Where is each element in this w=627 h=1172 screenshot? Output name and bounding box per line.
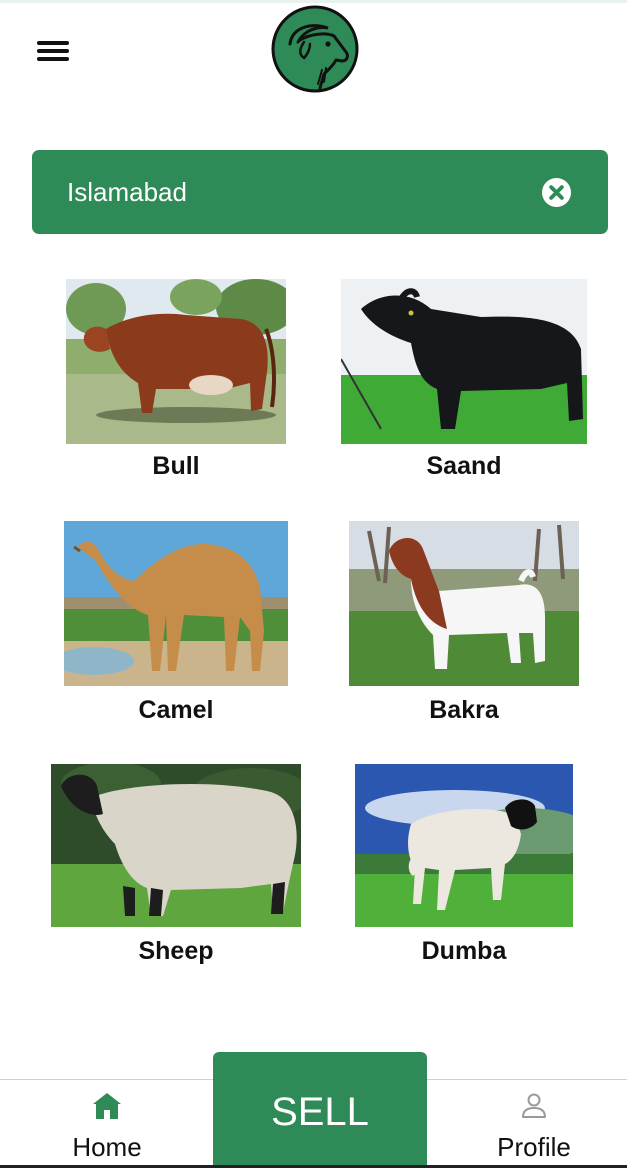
category-label-sheep: Sheep [138, 937, 214, 965]
nav-home-label: Home [72, 1132, 142, 1162]
category-card-saand[interactable]: Saand [341, 279, 587, 489]
category-label-saand: Saand [426, 452, 502, 480]
category-card-dumba[interactable]: Dumba [355, 764, 573, 974]
dumba-image [355, 764, 573, 927]
menu-button[interactable] [33, 36, 73, 66]
hamburger-menu-icon [37, 41, 69, 45]
category-label-bull: Bull [152, 452, 200, 480]
nav-profile[interactable]: Profile [454, 1080, 614, 1169]
nav-home[interactable]: Home [27, 1080, 187, 1169]
goat-head-logo [271, 5, 359, 93]
nav-profile-label: Profile [497, 1132, 571, 1162]
top-accent-line [0, 0, 627, 3]
category-card-bakra[interactable]: Bakra [349, 521, 579, 731]
sell-button[interactable]: SELL [213, 1052, 427, 1168]
close-circle-icon[interactable] [541, 177, 572, 208]
home-icon [93, 1093, 121, 1119]
bull-image [66, 279, 286, 444]
category-label-camel: Camel [138, 696, 214, 724]
category-label-dumba: Dumba [421, 937, 507, 965]
category-card-sheep[interactable]: Sheep [51, 764, 301, 974]
bakra-image [349, 521, 579, 686]
sheep-image [51, 764, 301, 927]
location-value[interactable]: Islamabad [67, 150, 187, 234]
category-card-camel[interactable]: Camel [64, 521, 288, 731]
category-card-bull[interactable]: Bull [66, 279, 286, 489]
camel-image [64, 521, 288, 686]
user-icon [522, 1093, 546, 1118]
saand-image [341, 279, 587, 444]
category-label-bakra: Bakra [429, 696, 499, 724]
location-search-bar[interactable]: Islamabad [32, 150, 608, 234]
